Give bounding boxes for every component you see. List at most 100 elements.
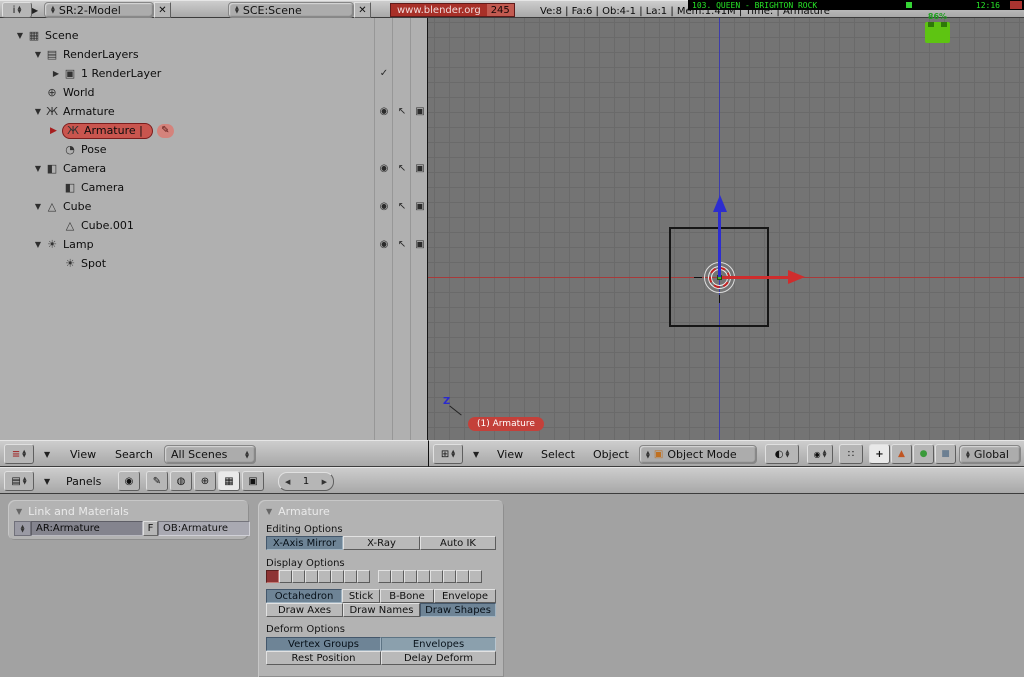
armature-layer-toggle[interactable] [378,570,391,583]
manipulator-scale-button[interactable]: ■ [935,444,956,464]
menu-collapse-icon[interactable] [32,6,38,15]
orientation-dropdown[interactable]: Global [959,445,1021,464]
outliner-row-pose[interactable]: ◔ Pose [0,140,427,159]
manipulator-toggle-button[interactable]: + [869,444,890,464]
envelopes-toggle[interactable]: Envelopes [381,637,496,651]
scene-selector[interactable]: SCE:Scene [228,2,354,18]
selectability-arrow-icon[interactable]: ↖ [395,106,409,117]
object-name-field[interactable]: OB:Armature [158,521,250,536]
pivot-dropdown[interactable]: ◉ [807,444,833,464]
armature-layer-toggle[interactable] [391,570,404,583]
scene-filter-dropdown[interactable]: All Scenes [164,445,256,464]
x-axis-mirror-toggle[interactable]: X-Axis Mirror [266,536,343,550]
armature-layer-toggle[interactable] [404,570,417,583]
outliner-panel[interactable]: ▦ Scene ▤ RenderLayers ▣ 1 RenderLayer ✓… [0,18,428,440]
editor-type-button[interactable]: ⊞ [433,444,463,464]
menu-collapse-icon[interactable] [44,450,50,459]
snap-button[interactable]: ∷ [839,444,863,464]
selectability-arrow-icon[interactable]: ↖ [395,201,409,212]
manipulator-x-arrowhead[interactable] [788,270,805,284]
auto-ik-toggle[interactable]: Auto IK [420,536,496,550]
rest-position-toggle[interactable]: Rest Position [266,651,381,665]
expand-icon[interactable] [32,202,44,211]
expand-icon[interactable] [32,164,44,173]
drawtype-bbone-button[interactable]: B-Bone [380,589,434,603]
armature-layer-toggle[interactable] [417,570,430,583]
panel-header[interactable]: Link and Materials [8,500,249,518]
fake-user-button[interactable]: F [143,521,158,536]
manipulator-rotate-button[interactable]: ● [913,444,934,464]
spin-left-icon[interactable]: ◀ [285,478,290,486]
menu-search[interactable]: Search [115,448,153,461]
mode-dropdown[interactable]: ▣ Object Mode [639,445,757,464]
editing-context-button[interactable]: ▦ [218,471,240,491]
outliner-row-armature-data[interactable]: ▶ Ж Armature | ✎ [0,121,427,140]
outliner-row-world[interactable]: ⊕ World [0,83,427,102]
selectability-arrow-icon[interactable]: ↖ [395,163,409,174]
draw-names-toggle[interactable]: Draw Names [343,603,420,617]
expand-icon[interactable] [14,31,26,40]
visibility-eye-icon[interactable]: ◉ [377,163,391,174]
menu-object[interactable]: Object [593,448,629,461]
armature-layer-toggle[interactable] [266,570,279,583]
delay-deform-toggle[interactable]: Delay Deform [381,651,496,665]
frame-number-stepper[interactable]: ◀ 1 ▶ [278,472,334,491]
spin-right-icon[interactable]: ▶ [322,478,327,486]
expand-icon[interactable] [50,69,62,78]
vertex-groups-toggle[interactable]: Vertex Groups [266,637,381,651]
armature-layer-toggle[interactable] [456,570,469,583]
drawtype-octahedron-button[interactable]: Octahedron [266,589,342,603]
armature-layer-toggle[interactable] [357,570,370,583]
armature-layer-toggle[interactable] [292,570,305,583]
draw-axes-toggle[interactable]: Draw Axes [266,603,343,617]
script-context-button[interactable]: ✎ [146,471,168,491]
armature-data-browse-button[interactable] [14,521,31,536]
outliner-row-renderlayer[interactable]: ▣ 1 RenderLayer ✓ [0,64,427,83]
visibility-eye-icon[interactable]: ◉ [377,201,391,212]
expand-icon[interactable] [32,50,44,59]
armature-layer-toggle[interactable] [430,570,443,583]
object-context-button[interactable]: ⊕ [194,471,216,491]
drawtype-stick-button[interactable]: Stick [342,589,380,603]
manipulator-z-arrowhead[interactable] [713,195,727,212]
editor-type-button[interactable]: i [2,2,32,18]
renderability-icon[interactable]: ▣ [413,239,427,250]
menu-collapse-icon[interactable] [44,477,50,486]
armature-layer-toggle[interactable] [344,570,357,583]
renderability-icon[interactable]: ▣ [413,163,427,174]
armature-data-name-field[interactable]: AR:Armature [31,521,143,536]
editor-type-button[interactable]: ▤ [4,471,34,491]
armature-layer-toggle[interactable] [318,570,331,583]
drawtype-envelope-button[interactable]: Envelope [434,589,496,603]
logic-context-button[interactable]: ◉ [118,471,140,491]
menu-panels[interactable]: Panels [66,475,101,488]
panel-header[interactable]: Armature [258,500,504,518]
manipulator-z-arrow[interactable] [718,211,721,277]
draw-shapes-toggle[interactable]: Draw Shapes [420,603,496,617]
manipulator-x-arrow[interactable] [722,276,788,279]
menu-select[interactable]: Select [541,448,575,461]
expand-icon[interactable] [32,107,44,116]
menu-view[interactable]: View [497,448,523,461]
outliner-row-spot[interactable]: ☀ Spot [0,254,427,273]
screen-selector[interactable]: SR:2-Model [44,2,154,18]
screen-unlink-button[interactable]: ✕ [154,2,171,18]
visibility-eye-icon[interactable]: ◉ [377,106,391,117]
outliner-row-cube-data[interactable]: △ Cube.001 [0,216,427,235]
armature-layer-toggle[interactable] [331,570,344,583]
expand-icon[interactable] [32,240,44,249]
draw-type-dropdown[interactable]: ◐ [765,444,799,464]
armature-layer-toggle[interactable] [443,570,456,583]
renderability-icon[interactable]: ▣ [413,106,427,117]
manipulator-translate-button[interactable]: ▲ [891,444,912,464]
outliner-row-renderlayers[interactable]: ▤ RenderLayers [0,45,427,64]
outliner-row-cube-object[interactable]: △ Cube ◉ ↖ ▣ [0,197,427,216]
outliner-row-camera-data[interactable]: ◧ Camera [0,178,427,197]
x-ray-toggle[interactable]: X-Ray [343,536,420,550]
visibility-eye-icon[interactable]: ◉ [377,239,391,250]
viewport-3d[interactable]: Z (1) Armature [428,18,1024,440]
outliner-row-scene[interactable]: ▦ Scene [0,26,427,45]
armature-layer-toggle[interactable] [305,570,318,583]
renderability-icon[interactable]: ▣ [413,201,427,212]
panel-collapse-icon[interactable] [16,507,22,516]
